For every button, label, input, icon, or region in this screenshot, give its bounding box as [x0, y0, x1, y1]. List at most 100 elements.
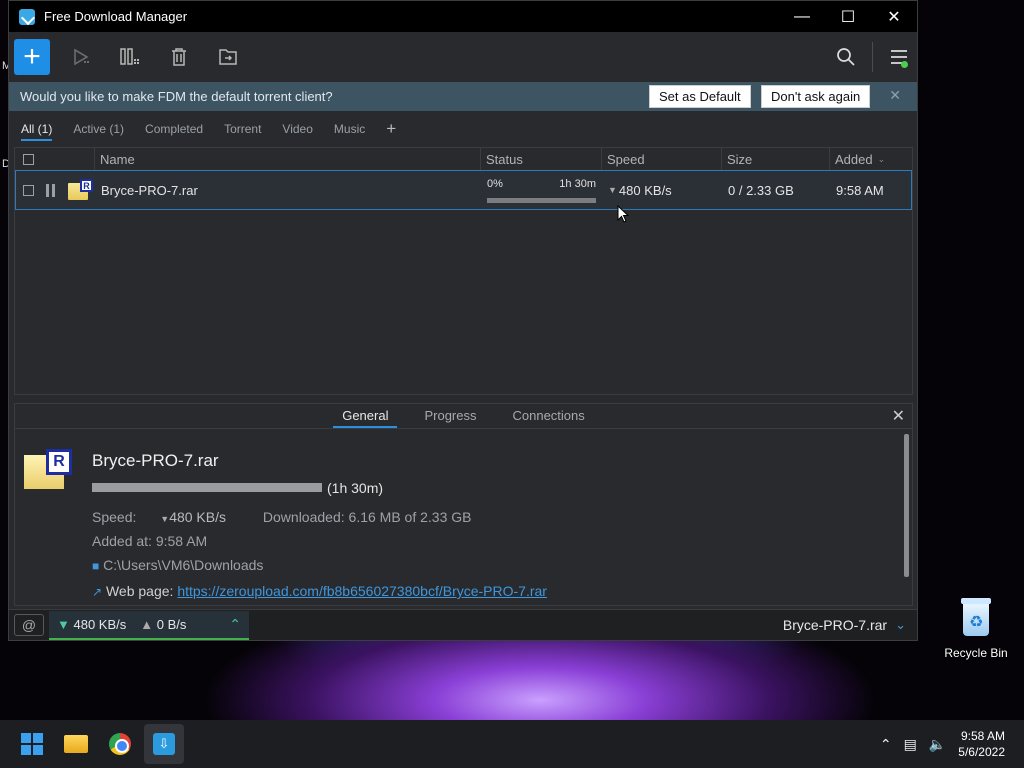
volume-icon[interactable]: 🔈	[929, 736, 946, 753]
row-checkbox[interactable]	[23, 184, 34, 196]
windows-logo-icon	[21, 733, 43, 755]
chevron-down-icon: ⌄	[895, 617, 906, 632]
external-link-icon: ↗	[92, 585, 103, 599]
toolbar: +	[9, 32, 917, 82]
search-icon[interactable]	[828, 39, 864, 75]
show-hidden-icons-icon[interactable]: ⌃	[880, 736, 892, 753]
down-arrow-icon: ▼	[160, 514, 170, 524]
details-speed: 480 KB/s	[169, 509, 227, 525]
taskbar: ⇩ ⌃ ▤ 🔈 9:58 AM 5/6/2022	[0, 720, 1024, 768]
chevron-up-icon: ⌃	[229, 615, 241, 632]
pause-all-icon[interactable]	[112, 39, 148, 75]
row-added: 9:58 AM	[836, 182, 884, 198]
recycle-bin-shortcut[interactable]: ♻ Recycle Bin	[940, 596, 1012, 660]
tab-progress[interactable]: Progress	[415, 404, 485, 428]
row-status: 0% 1h 30m	[487, 171, 596, 209]
resume-icon[interactable]	[63, 39, 99, 75]
file-explorer-icon	[64, 735, 88, 753]
taskbar-chrome[interactable]	[100, 724, 140, 764]
filter-tabs: All (1) Active (1) Completed Torrent Vid…	[9, 111, 917, 147]
pause-icon[interactable]	[46, 171, 55, 209]
col-added[interactable]: Added ⌄	[830, 148, 912, 171]
tab-general[interactable]: General	[333, 404, 398, 428]
webpage-label: Web page:	[105, 583, 174, 599]
clock-date: 5/6/2022	[958, 745, 1005, 759]
details-tabs: General Progress Connections ✕	[15, 404, 912, 429]
filter-completed[interactable]: Completed	[145, 122, 203, 136]
download-speed-icon: ▼	[57, 616, 70, 632]
title-bar[interactable]: Free Download Manager — ☐ ✕	[9, 1, 917, 32]
details-scrollbar[interactable]	[904, 434, 909, 577]
table-row[interactable]: R Bryce-PRO-7.rar 0% 1h 30m ▼ 480 KB/s 0…	[15, 170, 912, 210]
added-label: Added at:	[92, 533, 152, 549]
taskbar-fdm[interactable]: ⇩	[144, 724, 184, 764]
row-speed-cell: ▼ 480 KB/s	[608, 171, 672, 209]
window-title: Free Download Manager	[44, 9, 188, 24]
main-menu-icon[interactable]	[881, 39, 917, 75]
rar-file-large-icon: R	[24, 449, 72, 489]
start-button[interactable]	[12, 724, 52, 764]
sort-desc-icon: ⌄	[877, 153, 886, 164]
total-up-speed: 0 B/s	[156, 616, 187, 632]
update-status-dot	[901, 61, 908, 68]
minimize-button[interactable]: —	[779, 1, 825, 32]
mouse-cursor-icon	[617, 205, 629, 223]
default-client-banner: Would you like to make FDM the default t…	[9, 82, 917, 111]
down-arrow-icon: ▼	[608, 185, 617, 195]
details-file-name: Bryce-PRO-7.rar	[92, 451, 219, 470]
add-filter-icon[interactable]: +	[386, 119, 396, 139]
col-added-label: Added	[835, 151, 873, 167]
total-down-speed: 480 KB/s	[73, 616, 127, 632]
speed-summary[interactable]: ▼ 480 KB/s ▲ 0 B/s ⌃	[49, 610, 249, 640]
details-path-line[interactable]: ■ C:\Users\VM6\Downloads	[92, 557, 263, 573]
system-tray: ⌃ ▤ 🔈 9:58 AM 5/6/2022	[880, 720, 1024, 768]
rar-file-icon: R	[68, 171, 93, 209]
details-path[interactable]: C:\Users\VM6\Downloads	[103, 557, 263, 573]
network-icon[interactable]: ▤	[904, 736, 917, 753]
details-downloaded: 6.16 MB of 2.33 GB	[348, 509, 472, 525]
filter-all[interactable]: All (1)	[21, 122, 53, 141]
webpage-link[interactable]: https://zeroupload.com/fb8b656027380bcf/…	[177, 583, 547, 599]
status-file-name: Bryce-PRO-7.rar	[782, 617, 888, 633]
downloaded-label: Downloaded:	[262, 509, 345, 525]
dont-ask-again-button[interactable]: Don't ask again	[761, 85, 871, 108]
filter-video[interactable]: Video	[282, 122, 312, 136]
banner-message: Would you like to make FDM the default t…	[20, 89, 333, 104]
row-percent: 0%	[487, 177, 503, 190]
delete-icon[interactable]	[161, 39, 197, 75]
toolbar-divider	[872, 42, 873, 72]
status-file-selector[interactable]: Bryce-PRO-7.rar ⌄	[783, 617, 906, 633]
row-progress-bar	[487, 197, 596, 203]
row-file-name: Bryce-PRO-7.rar	[101, 182, 198, 198]
snail-mode-icon[interactable]: @	[14, 614, 44, 636]
speed-label: Speed:	[92, 509, 137, 525]
col-size[interactable]: Size	[722, 147, 830, 171]
taskbar-file-explorer[interactable]	[56, 724, 96, 764]
details-close-icon[interactable]: ✕	[892, 406, 905, 426]
filter-torrent[interactable]: Torrent	[224, 122, 261, 136]
details-added-line: Added at: 9:58 AM	[92, 533, 207, 549]
col-name[interactable]: Name	[95, 147, 481, 171]
set-as-default-button[interactable]: Set as Default	[649, 85, 751, 108]
list-header: Name Status Speed Size Added ⌄	[15, 147, 912, 171]
move-to-folder-icon[interactable]	[210, 39, 246, 75]
details-speed-line: Speed: ▼480 KB/s Downloaded: 6.16 MB of …	[92, 509, 472, 525]
close-button[interactable]: ✕	[871, 1, 917, 32]
chrome-icon	[109, 733, 131, 755]
fdm-window: Free Download Manager — ☐ ✕ + Would you …	[8, 0, 918, 641]
recycle-bin-label: Recycle Bin	[944, 646, 1008, 660]
filter-music[interactable]: Music	[334, 122, 365, 136]
fdm-taskbar-icon: ⇩	[153, 733, 175, 755]
download-list: Name Status Speed Size Added ⌄ R Bryce-P…	[14, 147, 913, 395]
row-size: 0 / 2.33 GB	[728, 182, 794, 198]
clock[interactable]: 9:58 AM 5/6/2022	[958, 728, 1005, 760]
col-speed[interactable]: Speed	[602, 147, 722, 171]
tab-connections[interactable]: Connections	[504, 404, 594, 428]
maximize-button[interactable]: ☐	[825, 1, 871, 32]
col-status[interactable]: Status	[481, 147, 602, 171]
folder-icon: ■	[92, 559, 100, 573]
add-download-button[interactable]: +	[14, 39, 50, 75]
banner-close-icon[interactable]: ✕	[889, 87, 901, 104]
filter-active[interactable]: Active (1)	[73, 122, 124, 136]
select-all-checkbox[interactable]	[23, 153, 34, 165]
